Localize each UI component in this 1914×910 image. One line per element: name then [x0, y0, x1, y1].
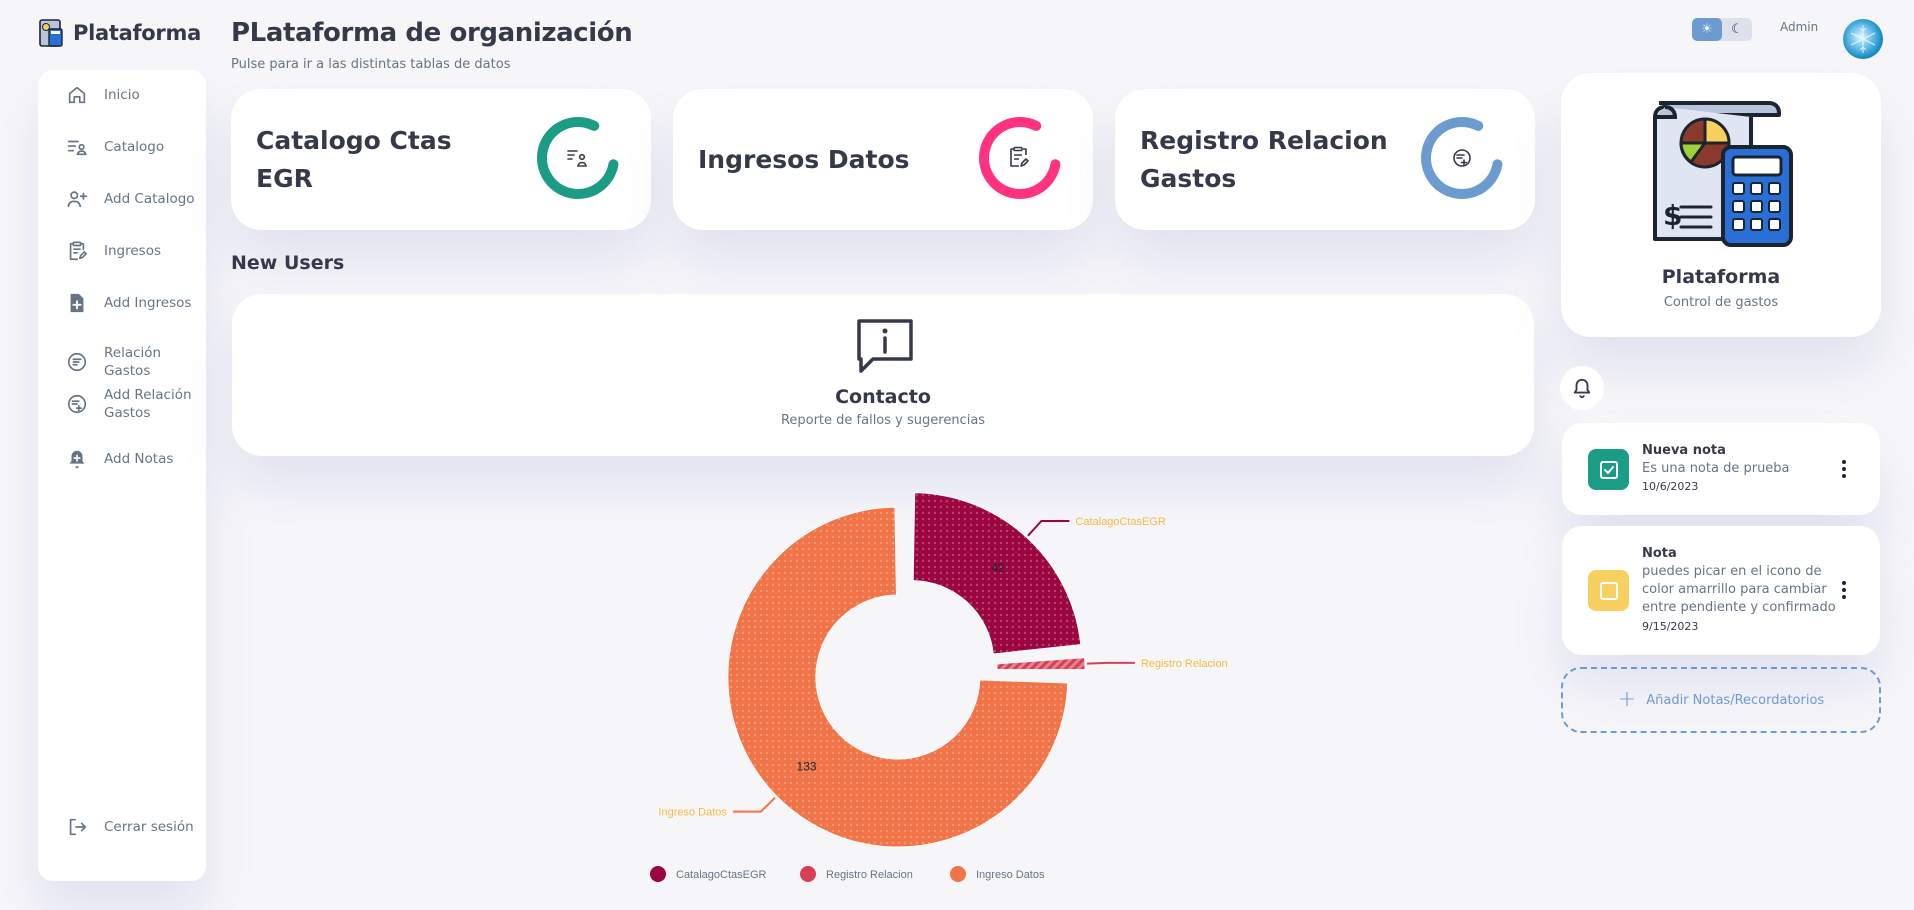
info-chat-icon — [857, 319, 913, 373]
more-vertical-icon[interactable] — [1838, 459, 1850, 479]
sidebar: Inicio Catalogo Add Catalogo Ingresos Ad… — [38, 70, 206, 881]
notifications-button[interactable] — [1560, 366, 1604, 410]
note-date: 10/6/2023 — [1642, 480, 1699, 493]
section-title: New Users — [231, 252, 345, 274]
sidebar-item-label: Add Ingresos — [104, 295, 192, 311]
receipt-circle-icon — [67, 352, 87, 372]
note-card: Nota puedes picar en el icono de color a… — [1562, 526, 1880, 655]
contact-subtitle: Reporte de fallos y sugerencias — [780, 413, 986, 428]
logout-label: Cerrar sesión — [104, 819, 194, 835]
receipt-add-icon — [1453, 149, 1471, 167]
square-icon — [1599, 581, 1618, 600]
progress-ring — [1421, 117, 1503, 199]
calculator-report-icon: $ — [1653, 101, 1793, 247]
page-title: PLataforma de organización — [231, 18, 633, 48]
brand: Plataforma — [37, 18, 201, 48]
sun-icon[interactable]: ☀ — [1692, 18, 1722, 41]
card-title: Catalogo Ctas EGR — [256, 125, 452, 193]
add-note-label: Añadir Notas/Recordatorios — [1646, 692, 1825, 708]
theme-toggle[interactable]: ☀ ☾ — [1692, 18, 1752, 41]
sidebar-item-ingresos[interactable]: Ingresos — [66, 240, 161, 262]
card-title: Ingresos Datos — [698, 144, 910, 174]
chart-callout-label: Ingreso Datos — [658, 807, 727, 819]
moon-icon[interactable]: ☾ — [1722, 18, 1752, 41]
profile-card: $ Plataforma Control de gastos — [1561, 73, 1881, 337]
progress-ring — [537, 117, 619, 199]
sidebar-item-label: Add Catalogo — [104, 191, 195, 207]
note-card: Nueva nota Es una nota de prueba 10/6/20… — [1562, 423, 1880, 515]
sidebar-item-label: Add Relación Gastos — [104, 387, 192, 421]
contact-card[interactable]: Contacto Reporte de fallos y sugerencias — [232, 294, 1534, 456]
bell-icon — [1573, 378, 1591, 399]
sidebar-item-label: Inicio — [104, 87, 140, 103]
person-list-icon — [567, 150, 587, 167]
avatar-image — [1850, 25, 1876, 53]
sidebar-item-label: Add Notas — [104, 451, 174, 467]
card-ingresos-datos[interactable]: Ingresos Datos — [673, 89, 1093, 230]
person-add-icon — [67, 191, 87, 208]
card-registro-relacion-gastos[interactable]: Registro Relacion Gastos — [1115, 89, 1535, 230]
note-text: Es una nota de prueba — [1642, 461, 1790, 476]
chart-data-label: 42 — [992, 561, 1006, 575]
chart-callout-line — [1027, 520, 1070, 537]
clipboard-edit-icon — [1010, 146, 1029, 167]
chart-data-label: 133 — [797, 760, 817, 774]
progress-ring — [979, 117, 1061, 199]
legend-item[interactable]: Registro Relacion — [800, 866, 913, 882]
profile-role: Control de gastos — [1663, 295, 1779, 310]
legend-label: CatalagoCtasEGR — [676, 869, 767, 881]
user-name: Admin — [1780, 20, 1819, 34]
page-subtitle: Pulse para ir a las distintas tablas de … — [231, 57, 511, 72]
chart-callout-line — [1086, 661, 1135, 665]
sidebar-item-label: Catalogo — [104, 139, 165, 155]
sidebar-item-add-relacion-gastos[interactable]: Add Relación Gastos — [66, 386, 194, 422]
sidebar-item-label: Relación Gastos — [104, 345, 162, 379]
clipboard-edit-icon — [69, 241, 87, 261]
home-icon — [68, 86, 86, 104]
sidebar-item-relacion-gastos[interactable]: Relación Gastos — [66, 344, 206, 380]
note-status-toggle[interactable] — [1588, 449, 1629, 490]
chart-callout-label: Registro Relacion — [1141, 658, 1228, 670]
file-add-icon — [70, 293, 84, 313]
legend-label: Registro Relacion — [826, 869, 913, 881]
card-title: Registro Relacion Gastos — [1140, 125, 1388, 193]
sidebar-item-add-notas[interactable]: Add Notas — [66, 448, 173, 470]
chart-slice[interactable] — [996, 657, 1086, 671]
sidebar-item-inicio[interactable]: Inicio — [66, 84, 140, 106]
logout-icon — [69, 818, 87, 836]
chart-callout-label: CatalagoCtasEGR — [1075, 516, 1166, 528]
brand-name: Plataforma — [73, 21, 201, 45]
sidebar-item-label: Ingresos — [104, 243, 161, 259]
receipt-add-icon — [67, 394, 87, 414]
note-date: 9/15/2023 — [1642, 620, 1699, 633]
legend-item[interactable]: CatalagoCtasEGR — [650, 866, 767, 882]
add-note-button[interactable]: + Añadir Notas/Recordatorios — [1561, 667, 1881, 733]
note-title: Nueva nota — [1642, 443, 1726, 458]
profile-name: Plataforma — [1661, 266, 1781, 288]
more-vertical-icon[interactable] — [1838, 580, 1850, 600]
note-text: puedes picar en el icono de color amarri… — [1642, 564, 1836, 615]
check-icon — [1599, 460, 1618, 479]
legend-item[interactable]: Ingreso Datos — [950, 866, 1045, 882]
donut-chart: 42 CatalagoCtasEGR Registro Relacion 133 Ing… — [650, 492, 1228, 882]
avatar[interactable] — [1843, 19, 1883, 59]
logout-button[interactable]: Cerrar sesión — [66, 816, 194, 838]
plus-icon: + — [1617, 687, 1637, 712]
legend-label: Ingreso Datos — [976, 869, 1045, 881]
app-logo-icon — [39, 19, 63, 47]
chart-callout-line — [732, 796, 776, 813]
bell-add-icon — [69, 450, 85, 469]
sidebar-item-add-ingresos[interactable]: Add Ingresos — [66, 292, 191, 314]
card-catalogo-ctas-egr[interactable]: Catalogo Ctas EGR — [231, 89, 651, 230]
note-title: Nota — [1642, 546, 1677, 561]
sidebar-item-catalogo[interactable]: Catalogo — [66, 136, 164, 158]
list-person-icon — [67, 140, 87, 156]
contact-title: Contacto — [835, 386, 931, 408]
note-status-toggle[interactable] — [1588, 570, 1629, 611]
sidebar-item-add-catalogo[interactable]: Add Catalogo — [66, 188, 195, 210]
